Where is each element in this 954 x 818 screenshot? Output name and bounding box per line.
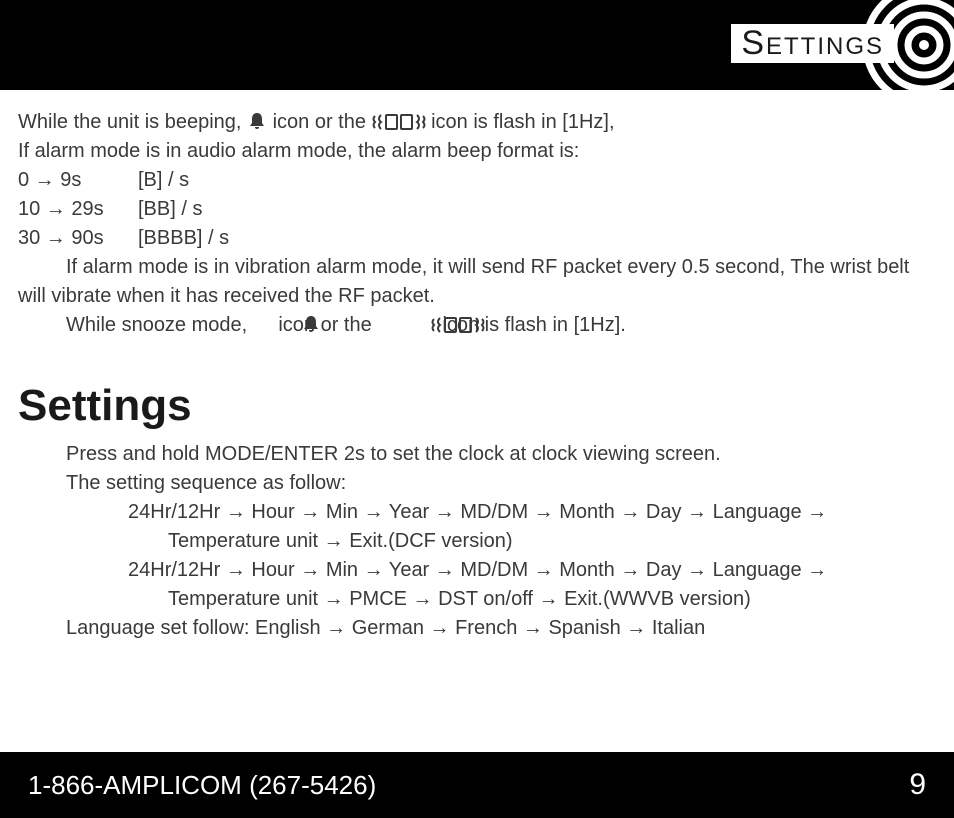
bell-icon (247, 111, 267, 131)
alarm-mode-line: If alarm mode is in audio alarm mode, th… (18, 137, 936, 166)
text: While snooze mode, (66, 314, 247, 336)
text: icon is flash in [1Hz]. (442, 314, 625, 336)
press-hold-line: Press and hold MODE/ENTER 2s to set the … (18, 440, 936, 469)
footer-phone: 1-866-AMPLICOM (267-5426) (28, 770, 376, 801)
beep-table: 0 → 9s [B] / s 10 → 29s [BB] / s 30 → 90… (18, 166, 936, 253)
vibrate-icon (383, 315, 437, 335)
footer-bar: 1-866-AMPLICOM (267-5426) 9 (0, 752, 954, 818)
sequence-wwvb-1: 24Hr/12Hr → Hour → Min → Year → MD/DM → … (18, 556, 936, 585)
sequence-dcf-1: 24Hr/12Hr → Hour → Min → Year → MD/DM → … (18, 498, 936, 527)
vibration-paragraph: If alarm mode is in vibration alarm mode… (18, 253, 936, 311)
section-heading: Settings (18, 374, 936, 438)
beep-range: 0 → 9s (18, 166, 138, 195)
page-number: 9 (909, 768, 926, 802)
alarm-beep-line: While the unit is beeping, icon or the i… (18, 108, 936, 137)
sequence-dcf-2: Temperature unit → Exit.(DCF version) (18, 527, 936, 556)
header-bar: Settings (0, 0, 954, 90)
beep-row: 0 → 9s [B] / s (18, 166, 936, 195)
beep-range: 10 → 29s (18, 195, 138, 224)
bell-icon (253, 314, 273, 334)
text: If alarm mode is in vibration alarm mode… (18, 256, 909, 307)
beep-range: 30 → 90s (18, 224, 138, 253)
beep-pattern: [BB] / s (138, 195, 202, 224)
text: icon is flash in [1Hz], (431, 111, 614, 133)
snooze-line: While snooze mode, icon or the icon is f… (18, 311, 936, 340)
page-content: While the unit is beeping, icon or the i… (0, 90, 954, 643)
vibrate-icon (372, 112, 426, 132)
beep-pattern: [B] / s (138, 166, 189, 195)
beep-row: 10 → 29s [BB] / s (18, 195, 936, 224)
text: icon or the (278, 314, 371, 336)
beep-row: 30 → 90s [BBBB] / s (18, 224, 936, 253)
text: While the unit is beeping, (18, 111, 241, 133)
sequence-intro: The setting sequence as follow: (18, 469, 936, 498)
language-sequence: Language set follow: English → German → … (18, 614, 936, 643)
text: icon or the (273, 111, 366, 133)
beep-pattern: [BBBB] / s (138, 224, 229, 253)
sequence-wwvb-2: Temperature unit → PMCE → DST on/off → E… (18, 585, 936, 614)
header-title: Settings (731, 24, 894, 63)
